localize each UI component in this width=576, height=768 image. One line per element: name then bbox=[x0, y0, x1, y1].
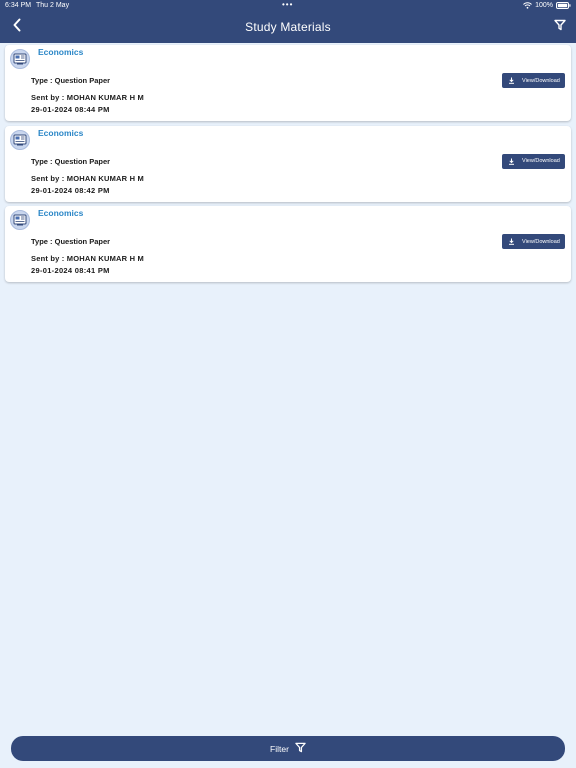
filter-icon bbox=[554, 18, 566, 36]
status-right: 100% bbox=[523, 2, 571, 9]
material-date: 29-01-2024 08:42 PM bbox=[31, 185, 110, 195]
material-type: Type : Question Paper bbox=[31, 76, 111, 85]
page-title: Study Materials bbox=[245, 20, 331, 34]
download-icon bbox=[508, 158, 515, 165]
material-card: Economics Type : Question Paper Sent by … bbox=[5, 206, 571, 282]
view-download-button[interactable]: View/Download bbox=[502, 234, 565, 249]
bottom-filter-button[interactable]: Filter bbox=[11, 736, 565, 761]
materials-list: Economics Type : Question Paper Sent by … bbox=[5, 45, 571, 287]
view-download-label: View/Download bbox=[522, 77, 560, 84]
document-icon bbox=[10, 210, 30, 230]
nav-bar: Study Materials bbox=[0, 12, 576, 43]
material-subject[interactable]: Economics bbox=[38, 208, 83, 218]
material-type: Type : Question Paper bbox=[31, 237, 111, 246]
download-icon bbox=[508, 238, 515, 245]
filter-label: Filter bbox=[270, 743, 289, 754]
filter-icon bbox=[295, 742, 306, 755]
document-icon bbox=[10, 129, 30, 150]
material-card: Economics Type : Question Paper Sent by … bbox=[5, 125, 571, 202]
status-bar: 6:34 PM Thu 2 May ••• 100% bbox=[0, 0, 576, 12]
multitasking-dots[interactable]: ••• bbox=[282, 0, 293, 9]
view-download-label: View/Download bbox=[522, 158, 560, 164]
filter-top-button[interactable] bbox=[552, 19, 568, 35]
view-download-button[interactable]: View/Download bbox=[502, 153, 565, 169]
wifi-icon bbox=[523, 2, 532, 9]
material-date: 29-01-2024 08:41 PM bbox=[31, 266, 110, 275]
material-card: Economics Type : Question Paper Sent by … bbox=[5, 45, 571, 121]
material-subject[interactable]: Economics bbox=[38, 47, 83, 57]
status-time: 6:34 PM bbox=[5, 2, 32, 9]
battery-icon bbox=[556, 2, 571, 9]
material-subject[interactable]: Economics bbox=[38, 128, 83, 138]
material-type: Type : Question Paper bbox=[31, 156, 111, 166]
material-date: 29-01-2024 08:44 PM bbox=[31, 105, 110, 114]
material-sender: Sent by : MOHAN KUMAR H M bbox=[31, 93, 144, 102]
download-icon bbox=[508, 77, 515, 84]
status-date: Thu 2 May bbox=[36, 2, 70, 9]
material-sender: Sent by : MOHAN KUMAR H M bbox=[31, 254, 144, 263]
battery-percent: 100% bbox=[535, 2, 553, 9]
view-download-button[interactable]: View/Download bbox=[502, 73, 565, 88]
view-download-label: View/Download bbox=[522, 238, 560, 245]
header: 6:34 PM Thu 2 May ••• 100% Study Materia… bbox=[0, 0, 576, 43]
material-sender: Sent by : MOHAN KUMAR H M bbox=[31, 173, 144, 183]
document-icon bbox=[10, 49, 30, 69]
